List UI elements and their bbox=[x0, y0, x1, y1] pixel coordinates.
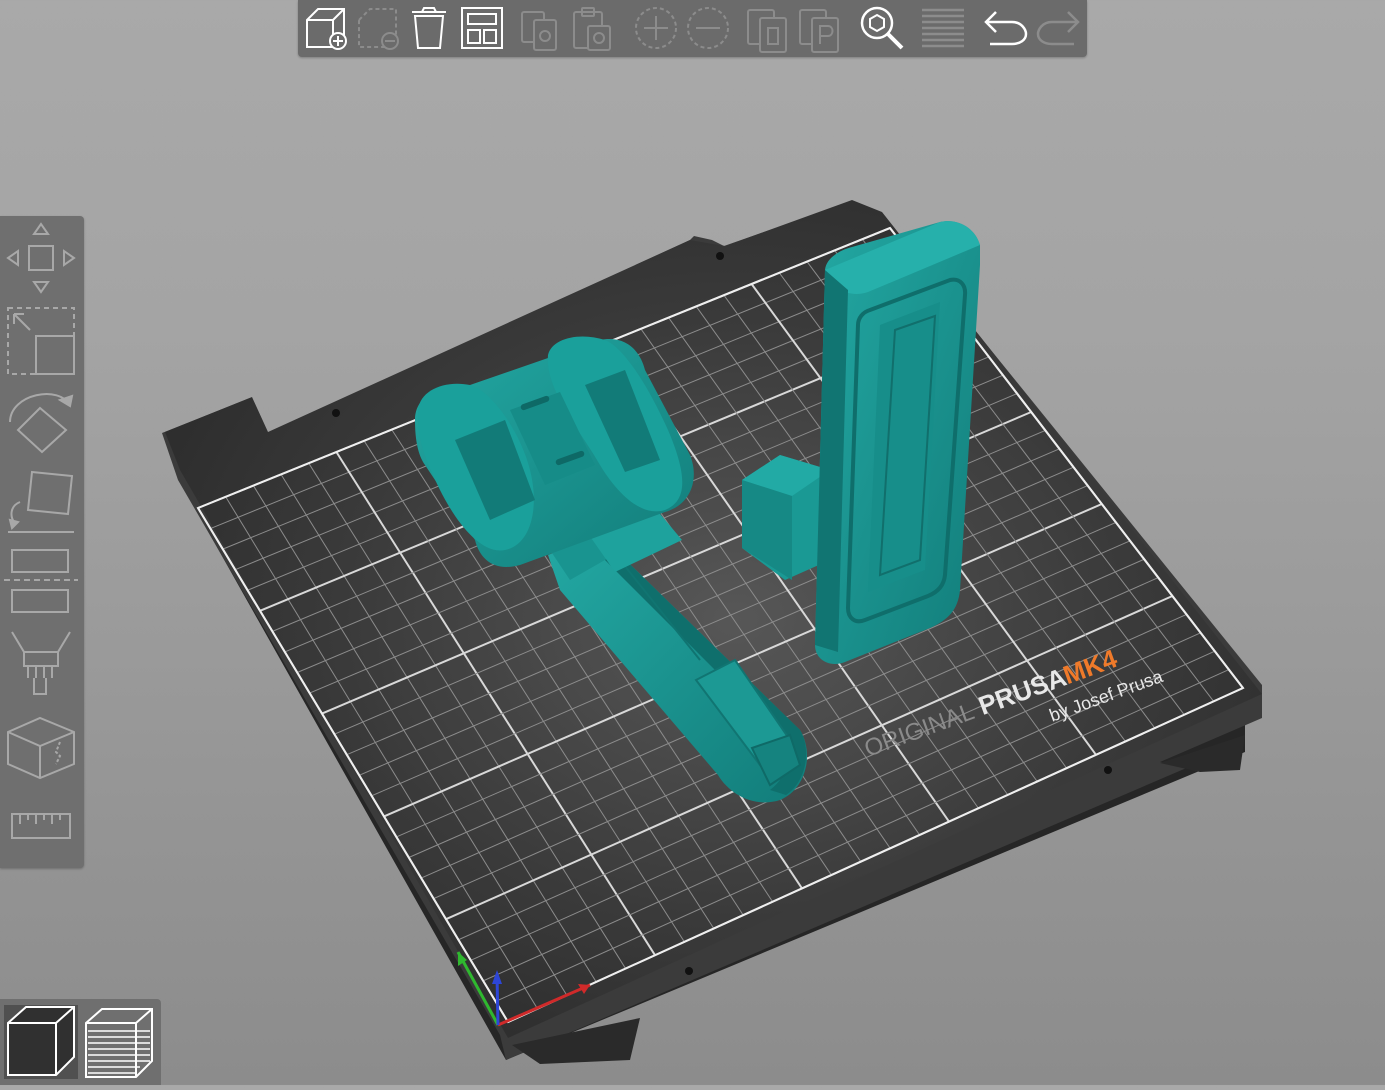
paint-supports-icon[interactable] bbox=[11, 631, 71, 695]
gizmo-toolbar bbox=[0, 216, 84, 868]
3d-view-icon[interactable] bbox=[4, 1005, 78, 1079]
top-toolbar bbox=[298, 0, 1087, 57]
add-instance-icon[interactable] bbox=[635, 7, 677, 49]
add-object-icon[interactable] bbox=[306, 8, 347, 50]
view-toggle bbox=[0, 999, 161, 1085]
rotate-icon[interactable] bbox=[9, 393, 74, 454]
split-to-parts-icon[interactable] bbox=[799, 9, 839, 53]
arrange-icon[interactable] bbox=[461, 7, 503, 49]
place-on-face-icon[interactable] bbox=[8, 470, 74, 533]
redo-icon[interactable] bbox=[1036, 11, 1080, 46]
scale-icon[interactable] bbox=[7, 307, 75, 375]
copy-icon[interactable] bbox=[521, 11, 557, 51]
paste-icon[interactable] bbox=[573, 7, 611, 51]
remove-instance-icon[interactable] bbox=[687, 7, 729, 49]
seam-painting-icon[interactable] bbox=[7, 716, 75, 780]
3d-scene[interactable]: ORIGINAL PRUSA MK4 by Josef Prusa bbox=[0, 0, 1385, 1085]
delete-icon[interactable] bbox=[358, 8, 399, 50]
split-to-objects-icon[interactable] bbox=[747, 9, 787, 53]
search-icon[interactable] bbox=[860, 6, 904, 50]
undo-icon[interactable] bbox=[984, 11, 1028, 46]
preview-layers-icon[interactable] bbox=[85, 1008, 153, 1078]
print-bed bbox=[162, 200, 1262, 1064]
measure-icon[interactable] bbox=[11, 813, 71, 839]
delete-all-icon[interactable] bbox=[412, 7, 446, 49]
cut-icon[interactable] bbox=[4, 549, 78, 613]
move-icon[interactable] bbox=[6, 222, 76, 294]
layers-editing-icon[interactable] bbox=[922, 8, 964, 48]
